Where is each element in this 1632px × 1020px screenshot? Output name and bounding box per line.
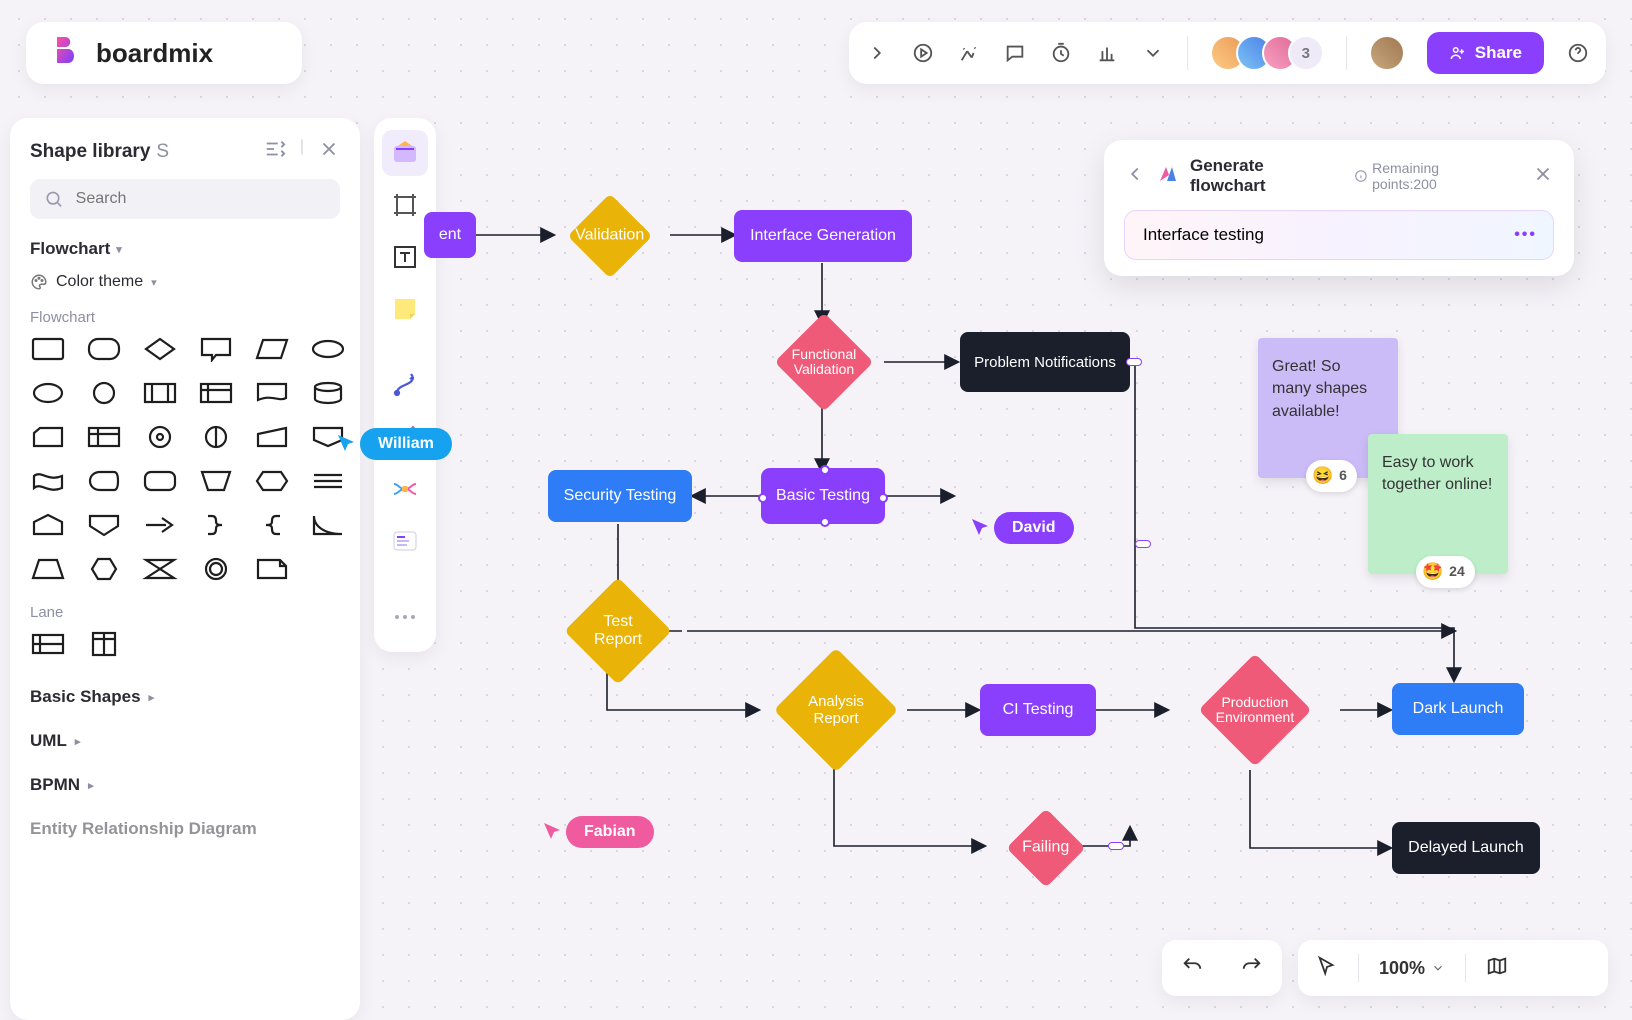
- sticky-note-b[interactable]: Easy to work together online! 🤩 24: [1368, 434, 1508, 574]
- ai-points: Remaining points:200: [1354, 160, 1506, 192]
- zoom-level[interactable]: 100%: [1379, 958, 1445, 979]
- chevron-down-icon: [1431, 961, 1445, 975]
- cursor-tool-icon[interactable]: [1316, 955, 1338, 982]
- ai-prompt-field[interactable]: [1141, 224, 1514, 246]
- back-icon[interactable]: [1124, 163, 1146, 190]
- loading-dots-icon: •••: [1514, 226, 1537, 244]
- zoom-bar: 100%: [1298, 940, 1608, 996]
- undo-button[interactable]: [1181, 955, 1203, 982]
- cursor-icon: [336, 433, 358, 455]
- node-ci-testing[interactable]: CI Testing: [980, 684, 1096, 736]
- node-dark-launch[interactable]: Dark Launch: [1392, 683, 1524, 735]
- emoji-icon: 🤩: [1422, 560, 1443, 584]
- reaction-badge[interactable]: 😆 6: [1306, 460, 1357, 492]
- close-icon[interactable]: [1532, 163, 1554, 190]
- node-security-testing[interactable]: Security Testing: [548, 470, 692, 522]
- node-handle[interactable]: [820, 465, 830, 475]
- redo-button[interactable]: [1241, 955, 1263, 982]
- node-handle[interactable]: [878, 493, 888, 503]
- node-interface-generation[interactable]: Interface Generation: [734, 210, 912, 262]
- undo-redo-bar: [1162, 940, 1282, 996]
- cursor-william: William: [336, 428, 452, 460]
- minimap-icon[interactable]: [1486, 955, 1508, 982]
- pill-connector-icon: [1135, 540, 1151, 548]
- node-problem-notifications[interactable]: Problem Notifications: [960, 332, 1130, 392]
- separator: [1465, 954, 1466, 982]
- cursor-icon: [970, 517, 992, 539]
- separator: [1358, 954, 1359, 982]
- node-handle[interactable]: [820, 517, 830, 527]
- node-delayed-launch[interactable]: Delayed Launch: [1392, 822, 1540, 874]
- cursor-icon: [542, 821, 564, 843]
- node-ent[interactable]: ent: [424, 212, 476, 258]
- emoji-icon: 😆: [1312, 464, 1333, 488]
- cursor-fabian: Fabian: [542, 816, 654, 848]
- pill-connector-icon: [1108, 842, 1124, 850]
- node-handle[interactable]: [758, 493, 768, 503]
- cursor-david: David: [970, 512, 1074, 544]
- reaction-badge[interactable]: 🤩 24: [1416, 556, 1475, 588]
- ai-generate-panel: Generate flowchart Remaining points:200 …: [1104, 140, 1574, 276]
- ai-prompt-input[interactable]: •••: [1124, 210, 1554, 260]
- ai-logo-icon: [1158, 164, 1178, 189]
- ai-panel-title: Generate flowchart: [1190, 156, 1342, 196]
- node-basic-testing[interactable]: Basic Testing: [762, 469, 884, 523]
- info-icon: [1354, 169, 1368, 183]
- pill-connector-icon: [1126, 358, 1142, 366]
